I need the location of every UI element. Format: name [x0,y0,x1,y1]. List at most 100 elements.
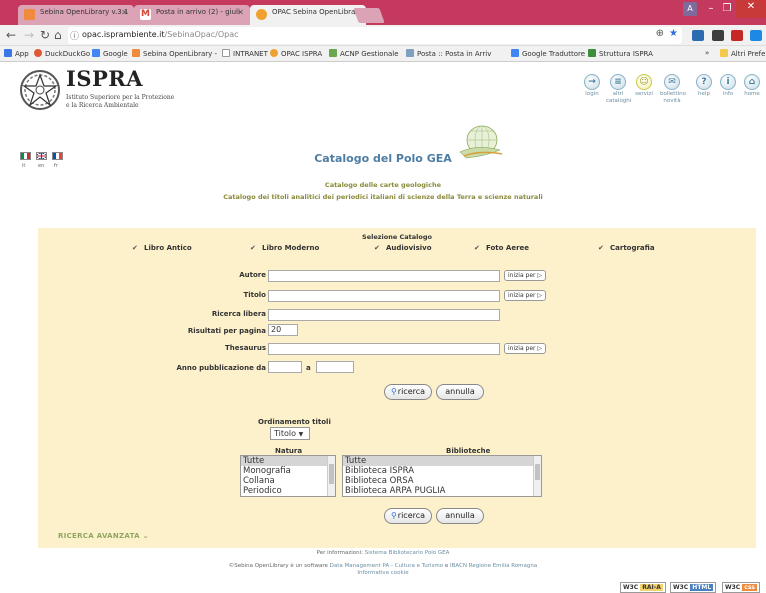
nav-home[interactable]: ⌂ home [740,74,764,98]
url-text: opac.isprambiente.it/SebinaOpac/Opac [82,30,239,39]
zoom-icon[interactable]: ⊕ [656,28,664,39]
list-item[interactable]: Tutte [343,456,541,466]
search-button[interactable]: ⚲ricerca [384,384,432,400]
anno-da-label: Anno pubblicazione da [176,364,266,372]
nav-services[interactable]: ☺ servizi [632,74,656,98]
list-item[interactable]: Biblioteca ORSA [343,476,541,486]
bookmark-opac-ispra[interactable]: OPAC ISPRA [270,49,322,58]
reload-icon[interactable]: ↻ [40,28,50,42]
scrollbar[interactable] [327,456,335,496]
catalog-checkbox-foto-aeree[interactable]: ✔ Foto Aeree [474,244,529,253]
bookmark-folder-other[interactable]: Altri Prefer [720,49,766,58]
year-from-input[interactable] [268,361,302,373]
advanced-search-link[interactable]: RICERCA AVANZATA ⌄ [58,532,149,540]
catalog-title: Catalogo del Polo GEA [314,152,452,165]
pdf-extension-icon[interactable] [731,30,743,41]
list-item[interactable]: Monografia [241,466,335,476]
bookmark-posta[interactable]: Posta :: Posta in Arriv [406,49,491,58]
restore-icon[interactable]: ❐ [720,2,734,16]
catalogs-icon: ≡ [610,74,626,90]
top-navigation: → login ≡ altri cataloghi ☺ servizi ✉ bo… [580,74,766,114]
catalog-checkbox-libro-moderno[interactable]: ✔ Libro Moderno [250,244,319,253]
checkbox-icon: ✔ [374,244,380,252]
autore-input[interactable] [268,270,500,282]
info-icon: i [720,74,736,90]
url-field[interactable]: ⓘ opac.isprambiente.it/SebinaOpac/Opac ⊕… [68,27,682,44]
titolo-starts-with-button[interactable]: inizia per ▷ [504,290,547,301]
bookmark-sebina[interactable]: Sebina OpenLibrary - [132,49,217,58]
brand-name[interactable]: ISPRA [66,66,143,91]
bookmark-duckduckgo[interactable]: DuckDuckGo [34,49,90,58]
list-item[interactable]: Tutte [241,456,335,466]
list-item[interactable]: Periodico [241,486,335,496]
catalog-checkbox-cartografia[interactable]: ✔ Cartografia [598,244,655,253]
bookmark-google-translate[interactable]: Google Traduttore [511,49,585,58]
titolo-input[interactable] [268,290,500,302]
user-profile-icon[interactable]: A [683,2,697,16]
w3c-html-badge[interactable]: W3C HTML [670,582,717,593]
bookmark-struttura-ispra[interactable]: Struttura ISPRA [588,49,653,58]
bookmark-intranet[interactable]: INTRANET [222,49,268,58]
chevron-down-icon: ▼ [298,431,304,438]
nav-label: servizi [635,91,653,97]
extension-icon[interactable] [750,30,762,41]
catalog-subtitle[interactable]: Catalogo dei titoli analitici dei period… [0,193,766,201]
footer-link[interactable]: IBACN Regione Emilia Romagna [450,563,537,569]
titolo-label: Titolo [243,291,266,299]
minimize-icon[interactable]: – [704,2,718,16]
natura-listbox[interactable]: Tutte Monografia Collana Periodico [240,455,336,497]
extension-icon[interactable] [692,30,704,41]
back-icon[interactable]: ← [6,28,16,42]
bookmark-apps[interactable]: App [4,49,29,58]
nav-label: info [722,91,734,97]
cookie-policy-link[interactable]: Informativa cookie [0,570,766,577]
opac-favicon-icon [256,9,267,20]
list-item[interactable]: Collana [241,476,335,486]
nav-info[interactable]: i info [716,74,740,98]
browser-tab-sebina[interactable]: Sebina OpenLibrary v.3.1 ✕ [18,5,134,25]
catalog-checkbox-audiovisivo[interactable]: ✔ Audiovisivo [374,244,432,253]
checkbox-icon: ✔ [132,244,138,252]
forward-icon[interactable]: → [24,28,34,42]
nav-newsletter[interactable]: ✉ bollettino novità [660,74,686,105]
libraries-listbox[interactable]: Tutte Biblioteca ISPRA Biblioteca ORSA B… [342,455,542,497]
browser-tab-opac[interactable]: OPAC Sebina OpenLibrary ✕ [250,5,366,25]
nav-help[interactable]: ? help [692,74,716,98]
autore-starts-with-button[interactable]: inizia per ▷ [504,270,547,281]
scrollbar[interactable] [533,456,541,496]
nav-label: help [698,91,710,97]
autore-label: Autore [239,271,266,279]
bookmark-star-icon[interactable]: ★ [669,28,678,39]
close-tab-icon[interactable]: ✕ [121,8,128,17]
browser-tab-gmail[interactable]: M Posta in arrivo (2) - giuli ✕ [134,5,250,25]
ricerca-libera-input[interactable] [268,309,500,321]
close-tab-icon[interactable]: ✕ [237,8,244,17]
extension-icon[interactable] [712,30,724,41]
results-per-page-input[interactable]: 20 [268,324,298,336]
cancel-button-bottom[interactable]: annulla [436,508,484,524]
year-to-input[interactable] [316,361,354,373]
bookmark-google[interactable]: Google [92,49,128,58]
bookmarks-more-icon[interactable]: » [705,49,709,57]
footer-link[interactable]: Data Management PA - Cultura e Turismo [330,563,443,569]
new-tab-button[interactable] [353,8,385,23]
catalog-checkbox-libro-antico[interactable]: ✔ Libro Antico [132,244,192,253]
thesaurus-starts-with-button[interactable]: inizia per ▷ [504,343,547,354]
search-button-bottom[interactable]: ⚲ricerca [384,508,432,524]
nav-other-catalogs[interactable]: ≡ altri cataloghi [606,74,631,105]
close-window-icon[interactable]: ✕ [736,0,766,18]
bookmark-acnp[interactable]: ACNP Gestionale [329,49,399,58]
home-browser-icon[interactable]: ⌂ [54,28,62,42]
cancel-button[interactable]: annulla [436,384,484,400]
thesaurus-input[interactable] [268,343,500,355]
w3c-css-badge[interactable]: W3C css [722,582,760,593]
sorting-select[interactable]: Titolo ▼ [270,427,310,440]
search-panel: Selezione Catalogo ✔ Libro Antico ✔ Libro … [38,228,756,548]
nav-login[interactable]: → login [580,74,604,98]
list-item[interactable]: Biblioteca ARPA PUGLIA [343,486,541,496]
site-info-icon[interactable]: ⓘ [70,29,79,42]
w3c-accessibility-badge[interactable]: W3C RAI-A [620,582,666,593]
catalog-subtitle[interactable]: Catalogo delle carte geologiche [0,181,766,189]
footer-link[interactable]: Sistema Bibliotecario Polo GEA [365,550,450,556]
list-item[interactable]: Biblioteca ISPRA [343,466,541,476]
